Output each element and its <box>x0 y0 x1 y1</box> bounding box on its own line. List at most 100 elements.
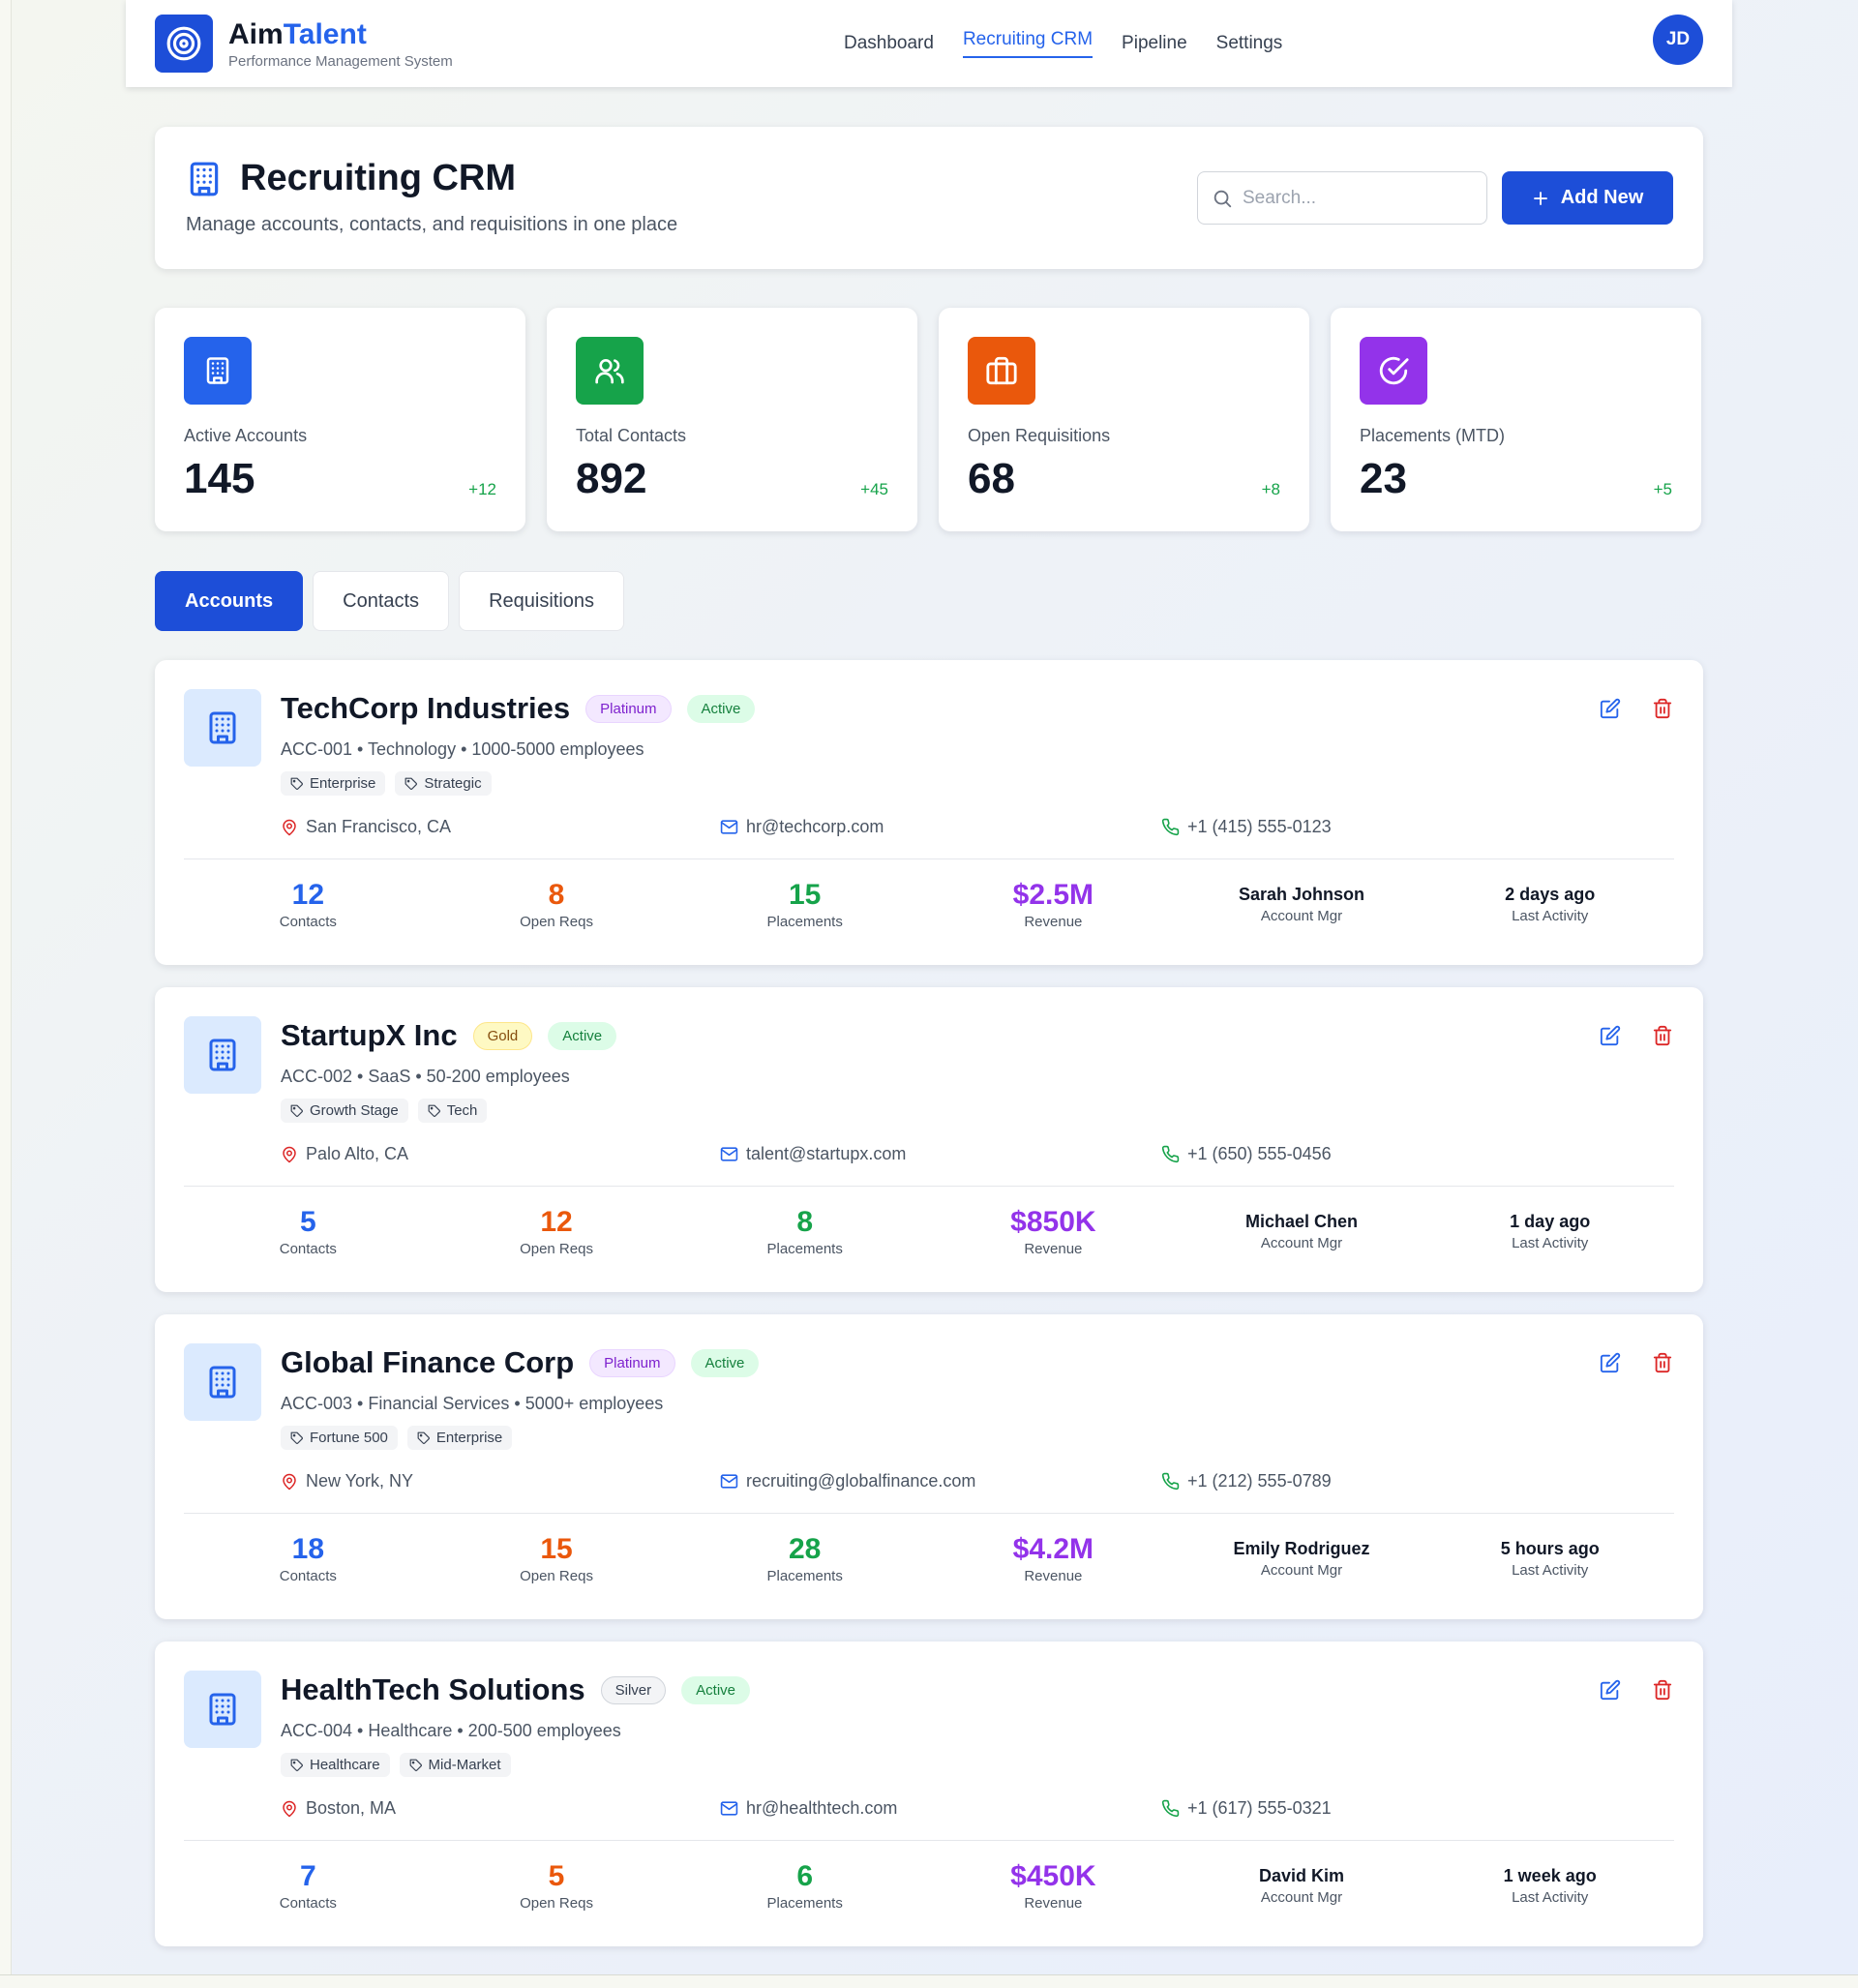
stat-card-open-requisitions: Open Requisitions 68 +8 <box>939 308 1309 531</box>
metric-contacts: 5 Contacts <box>184 1206 433 1257</box>
email-text[interactable]: hr@techcorp.com <box>746 817 884 837</box>
edit-button[interactable] <box>1599 697 1622 720</box>
edit-icon <box>1600 1352 1621 1373</box>
edit-button[interactable] <box>1599 1351 1622 1374</box>
tag-label: Enterprise <box>310 775 376 792</box>
account-email[interactable]: talent@startupx.com <box>720 1144 906 1164</box>
divider <box>184 1513 1674 1514</box>
crm-tabs: Accounts Contacts Requisitions <box>155 571 625 631</box>
search-box[interactable] <box>1197 171 1487 225</box>
delete-button[interactable] <box>1651 1024 1674 1047</box>
edit-button[interactable] <box>1599 1678 1622 1702</box>
account-phone[interactable]: +1 (617) 555-0321 <box>1161 1798 1332 1819</box>
email-text[interactable]: talent@startupx.com <box>746 1144 906 1164</box>
tag: Fortune 500 <box>281 1426 398 1450</box>
phone-text[interactable]: +1 (650) 555-0456 <box>1187 1144 1332 1164</box>
account-location: Palo Alto, CA <box>281 1144 408 1164</box>
tag-icon <box>290 1431 303 1444</box>
metric-value: 5 hours ago <box>1500 1539 1600 1558</box>
trash-icon <box>1653 1025 1672 1046</box>
tag-icon <box>290 1759 303 1771</box>
tier-badge: Gold <box>472 1021 533 1050</box>
account-phone[interactable]: +1 (212) 555-0789 <box>1161 1471 1332 1491</box>
metric-value: $4.2M <box>1012 1533 1094 1565</box>
location-text: Palo Alto, CA <box>306 1144 409 1163</box>
metric-label: Account Mgr <box>1260 1889 1343 1906</box>
tab-accounts[interactable]: Accounts <box>155 571 304 631</box>
account-card[interactable]: TechCorp Industries Platinum Active ACC-… <box>155 660 1703 965</box>
tab-contacts[interactable]: Contacts <box>313 571 450 631</box>
brand-name-prefix: Aim <box>228 17 284 50</box>
building-icon <box>209 1039 236 1071</box>
email-text[interactable]: hr@healthtech.com <box>746 1798 897 1819</box>
account-card[interactable]: StartupX Inc Gold Active ACC-002 • SaaS … <box>155 987 1703 1292</box>
stat-label: Active Accounts <box>184 426 308 445</box>
account-phone[interactable]: +1 (415) 555-0123 <box>1161 817 1332 837</box>
nav-dashboard[interactable]: Dashboard <box>844 27 934 60</box>
building-icon <box>190 162 219 196</box>
divider <box>184 1186 1674 1187</box>
phone-text[interactable]: +1 (415) 555-0123 <box>1187 817 1332 837</box>
delete-button[interactable] <box>1651 1351 1674 1374</box>
metric-value: 15 <box>788 879 822 911</box>
metric-label: Account Mgr <box>1260 1235 1343 1251</box>
user-avatar[interactable]: JD <box>1653 15 1703 65</box>
metric-placements: 8 Placements <box>680 1206 929 1257</box>
building-icon <box>206 357 229 384</box>
metric-label: Placements <box>766 1241 843 1257</box>
account-metrics: 12 Contacts 8 Open Reqs 15 Placements $2… <box>184 879 1674 930</box>
stat-card-placements: Placements (MTD) 23 +5 <box>1331 308 1701 531</box>
account-phone[interactable]: +1 (650) 555-0456 <box>1161 1144 1332 1164</box>
account-metrics: 5 Contacts 12 Open Reqs 8 Placements $85… <box>184 1206 1674 1257</box>
tab-requisitions[interactable]: Requisitions <box>459 571 625 631</box>
email-text[interactable]: recruiting@globalfinance.com <box>746 1471 975 1491</box>
tag-icon <box>428 1104 440 1117</box>
phone-text[interactable]: +1 (617) 555-0321 <box>1187 1798 1332 1819</box>
delete-button[interactable] <box>1651 697 1674 720</box>
account-name[interactable]: TechCorp Industries <box>281 691 570 726</box>
nav-recruiting-crm[interactable]: Recruiting CRM <box>962 23 1094 58</box>
metric-last-activity: 1 day ago Last Activity <box>1425 1206 1674 1257</box>
delete-button[interactable] <box>1651 1678 1674 1702</box>
search-input[interactable] <box>1243 187 1465 209</box>
metric-label: Revenue <box>1024 1568 1083 1584</box>
logo[interactable] <box>155 15 213 73</box>
account-name[interactable]: Global Finance Corp <box>281 1345 574 1380</box>
phone-text[interactable]: +1 (212) 555-0789 <box>1187 1471 1332 1491</box>
account-email[interactable]: hr@healthtech.com <box>720 1798 897 1819</box>
map-pin-icon <box>283 1473 296 1490</box>
stat-icon-box <box>576 337 644 405</box>
account-name[interactable]: HealthTech Solutions <box>281 1672 585 1707</box>
divider <box>184 858 1674 859</box>
add-new-button[interactable]: Add New <box>1502 171 1673 225</box>
account-metrics: 7 Contacts 5 Open Reqs 6 Placements $450… <box>184 1860 1674 1912</box>
trash-icon <box>1653 698 1672 719</box>
metric-label: Last Activity <box>1512 908 1589 924</box>
edit-button[interactable] <box>1599 1024 1622 1047</box>
account-email[interactable]: recruiting@globalfinance.com <box>720 1471 975 1491</box>
account-actions <box>1599 1024 1674 1047</box>
nav-pipeline[interactable]: Pipeline <box>1122 27 1187 60</box>
metric-value: Emily Rodriguez <box>1233 1539 1370 1558</box>
page-title: Recruiting CRM <box>240 158 516 198</box>
metric-last-activity: 2 days ago Last Activity <box>1425 879 1674 930</box>
tag-icon <box>290 777 303 790</box>
metric-contacts: 12 Contacts <box>184 879 433 930</box>
map-pin-icon <box>283 1800 296 1817</box>
account-location: New York, NY <box>281 1471 413 1491</box>
map-pin-icon <box>283 819 296 835</box>
nav-settings[interactable]: Settings <box>1216 27 1283 60</box>
metric-revenue: $4.2M Revenue <box>929 1533 1178 1584</box>
status-badge: Active <box>681 1675 750 1704</box>
account-email[interactable]: hr@techcorp.com <box>720 817 884 837</box>
add-new-label: Add New <box>1560 187 1644 208</box>
account-name[interactable]: StartupX Inc <box>281 1018 458 1053</box>
trash-icon <box>1653 1679 1672 1701</box>
stat-icon-box <box>184 337 252 405</box>
brand: AimTalent Performance Management System <box>228 18 453 70</box>
stat-delta: +12 <box>468 480 496 498</box>
account-card[interactable]: Global Finance Corp Platinum Active ACC-… <box>155 1314 1703 1619</box>
tag-label: Enterprise <box>435 1430 503 1446</box>
account-card[interactable]: HealthTech Solutions Silver Active ACC-0… <box>155 1642 1703 1946</box>
metric-label: Open Reqs <box>520 1895 593 1912</box>
